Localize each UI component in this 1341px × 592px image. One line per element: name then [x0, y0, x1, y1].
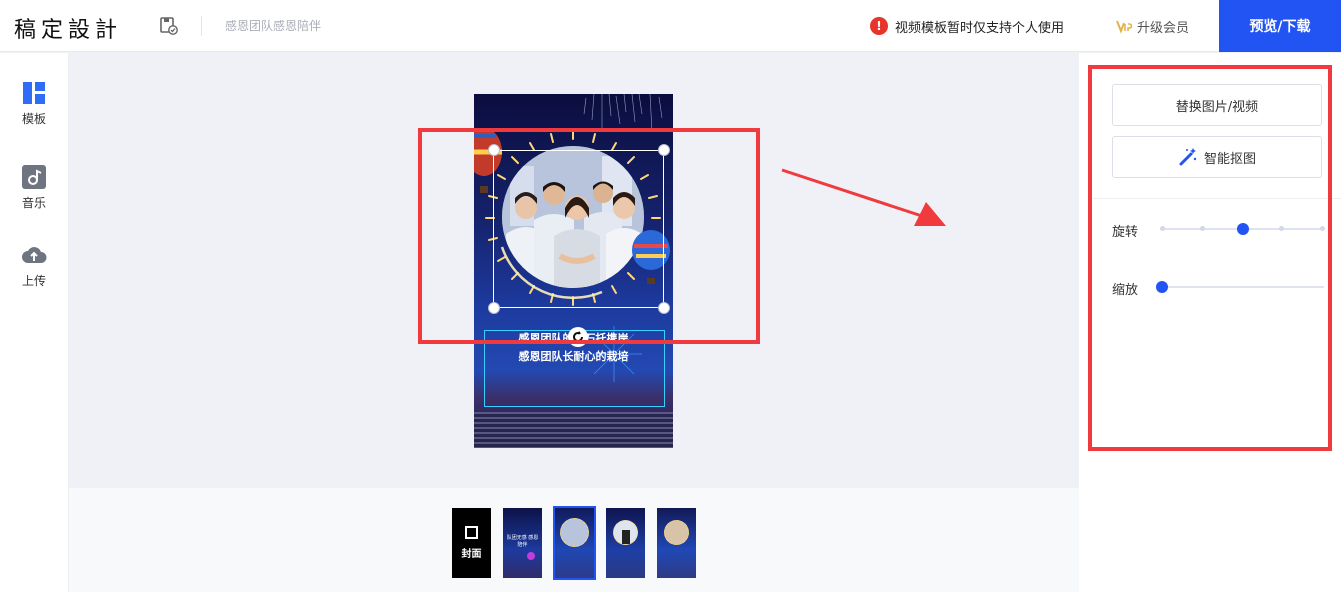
upgrade-label: 升级会员	[1137, 20, 1190, 36]
sidebar-item-templates[interactable]: 模板	[0, 81, 68, 127]
upgrade-vip-link[interactable]: 升级会员	[1116, 15, 1189, 37]
vip-icon	[1116, 20, 1132, 34]
left-sidebar: 模板 音乐 上传	[0, 53, 69, 592]
thumb-cover[interactable]: 封面	[452, 508, 491, 578]
annotation-highlight-panel	[1088, 65, 1332, 451]
top-bar: 稿定設計 感恩团队感恩陪伴 ! 视频模板暂时仅支持个人使用 升级会员 预览/下载	[0, 0, 1341, 52]
thumb-page-1[interactable]: 队团无感 感恩陪伴	[503, 508, 542, 578]
thumb-page-3[interactable]	[606, 508, 645, 578]
annotation-arrow	[781, 168, 946, 226]
sidebar-item-upload[interactable]: 上传	[0, 243, 68, 289]
music-icon	[22, 165, 46, 189]
sidebar-item-music[interactable]: 音乐	[0, 165, 68, 211]
warning-icon: !	[870, 17, 888, 35]
sea-decoration	[474, 412, 673, 448]
sidebar-item-label: 模板	[21, 112, 46, 126]
cover-label: 封面	[461, 549, 482, 560]
cloud-upload-icon	[22, 247, 47, 263]
thumb-page-4[interactable]	[657, 508, 696, 578]
preview-download-button[interactable]: 预览/下载	[1219, 0, 1341, 52]
thumb-page-1-text: 队团无感 感恩陪伴	[506, 535, 539, 548]
app-logo[interactable]: 稿定設計	[14, 12, 122, 44]
header-divider	[201, 16, 202, 36]
template-layout-icon	[23, 82, 45, 104]
sidebar-item-label: 音乐	[21, 196, 46, 210]
document-title[interactable]: 感恩团队感恩陪伴	[225, 17, 321, 34]
thumb-page-2[interactable]	[553, 506, 596, 580]
notice-text: 视频模板暂时仅支持个人使用	[895, 20, 1065, 36]
annotation-highlight-image	[418, 128, 760, 344]
sidebar-item-label: 上传	[21, 274, 46, 288]
save-status-icon[interactable]	[160, 17, 178, 35]
video-notice: ! 视频模板暂时仅支持个人使用	[870, 15, 1064, 37]
cover-icon	[465, 526, 478, 539]
